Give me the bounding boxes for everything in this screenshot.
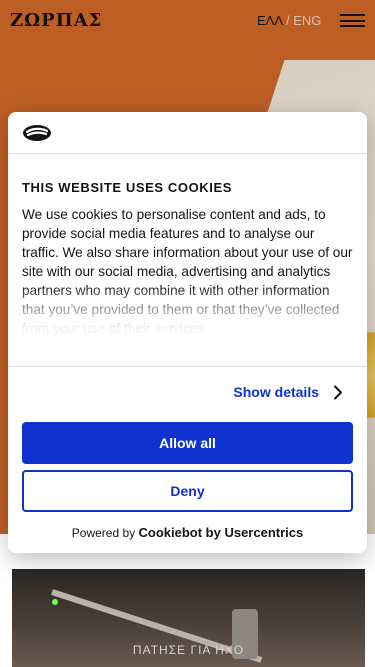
hamburger-line [340,14,365,16]
deny-button[interactable]: Deny [22,470,353,512]
site-header: ΖΩΡΠΑΣ ΕΛΛ / ENG [0,0,375,42]
powered-by: Powered by Cookiebot by Usercentrics [8,525,367,540]
hamburger-line [340,19,365,22]
cookiebot-icon [23,125,51,141]
chevron-right-icon [334,385,342,399]
lang-greek-link[interactable]: ΕΛΛ [257,13,282,28]
hamburger-line [340,25,365,27]
show-details-label: Show details [233,384,319,400]
cookiebot-brand-link[interactable]: Cookiebot by Usercentrics [139,525,304,540]
allow-all-button[interactable]: Allow all [22,422,353,464]
cookie-dialog-title: THIS WEBSITE USES COOKIES [22,180,233,195]
language-switcher: ΕΛΛ / ENG [257,13,321,28]
cookie-text-fade [8,284,367,336]
lang-english-link[interactable]: ENG [293,13,321,28]
powered-by-prefix: Powered by [71,526,136,540]
lang-separator: / [285,13,290,28]
hamburger-icon[interactable] [340,14,365,27]
cookie-dialog-body: THIS WEBSITE USES COOKIES We use cookies… [8,180,367,355]
cookie-dialog: THIS WEBSITE USES COOKIES We use cookies… [8,112,367,553]
cookie-dialog-header [8,112,367,154]
site-logo[interactable]: ΖΩΡΠΑΣ [10,10,102,31]
show-details-link[interactable]: Show details [233,384,343,400]
cookie-dialog-divider [8,366,367,367]
